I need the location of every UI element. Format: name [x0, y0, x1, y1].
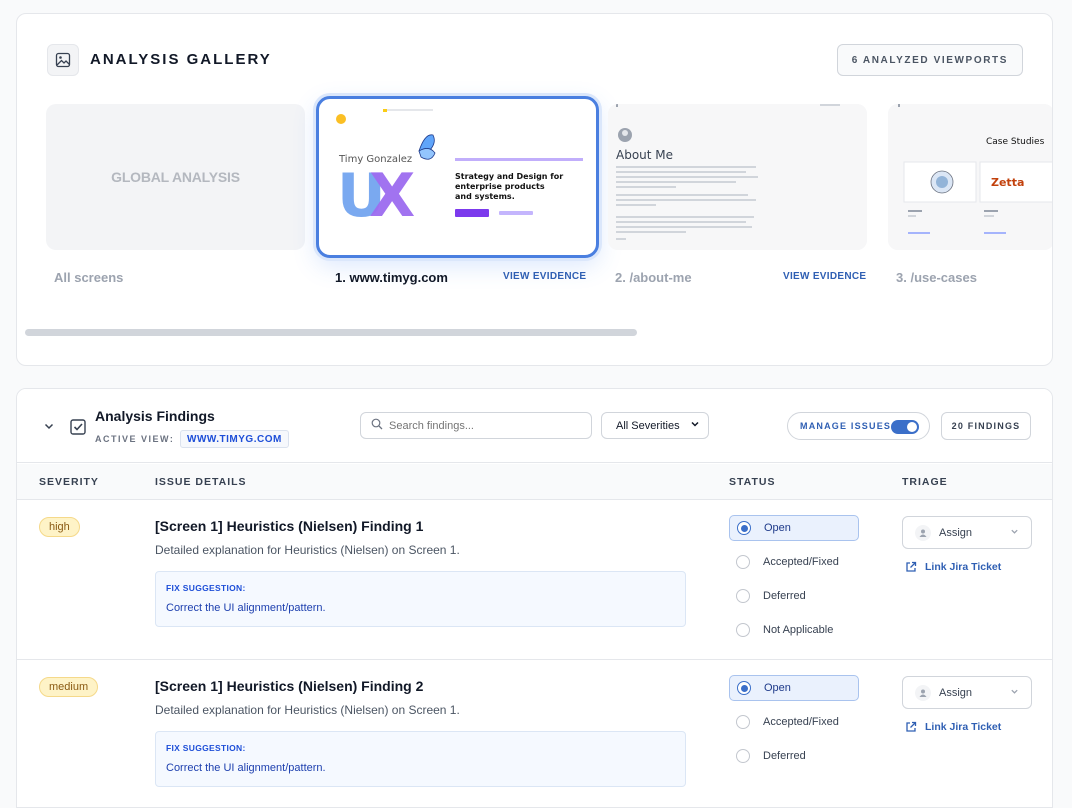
svg-text:Zetta: Zetta: [991, 176, 1024, 189]
radio-selected-icon[interactable]: [737, 521, 751, 535]
link-jira-ticket-label: Link Jira Ticket: [925, 721, 1002, 733]
image-icon: [47, 44, 79, 76]
findings-count-badge: 20 FINDINGS: [941, 412, 1031, 440]
screen-2-view-evidence-link[interactable]: VIEW EVIDENCE: [783, 271, 866, 282]
severity-filter-select[interactable]: All Severities: [601, 412, 709, 439]
link-jira-ticket-link[interactable]: Link Jira Ticket: [905, 561, 1001, 573]
thumb3-heading: Case Studies: [986, 137, 1045, 147]
findings-title: Analysis Findings: [95, 408, 215, 424]
svg-text:X: X: [369, 161, 415, 231]
fix-suggestion-label: FIX SUGGESTION:: [166, 583, 246, 593]
status-option-label: Accepted/Fixed: [763, 716, 839, 728]
chevron-down-icon: [1010, 527, 1019, 538]
status-option-accepted[interactable]: Accepted/Fixed: [729, 549, 859, 575]
status-radio-group: Open Accepted/Fixed Deferred: [729, 675, 859, 777]
global-caption: All screens: [54, 270, 124, 285]
fix-suggestion-box: FIX SUGGESTION: Correct the UI alignment…: [155, 571, 686, 627]
finding-title: [Screen 1] Heuristics (Nielsen) Finding …: [155, 678, 424, 694]
table-row: medium [Screen 1] Heuristics (Nielsen) F…: [17, 660, 1052, 807]
active-view-value: WWW.TIMYG.COM: [180, 430, 289, 448]
fix-suggestion-text: Correct the UI alignment/pattern.: [166, 762, 326, 774]
table-header: SEVERITY ISSUE DETAILS STATUS TRIAGE: [17, 464, 1052, 500]
screen-2-thumbnail[interactable]: About Me: [608, 104, 867, 250]
screen-3-caption: 3. /use-cases: [896, 270, 977, 285]
severity-filter-value: All Severities: [616, 419, 680, 432]
assign-dropdown[interactable]: Assign: [902, 676, 1032, 709]
finding-title: [Screen 1] Heuristics (Nielsen) Finding …: [155, 518, 424, 534]
link-jira-ticket-link[interactable]: Link Jira Ticket: [905, 721, 1001, 733]
viewport-count-badge: 6 ANALYZED VIEWPORTS: [836, 44, 1023, 76]
gallery-scrollbar[interactable]: [25, 329, 1045, 337]
screen-1-preview-art: Timy Gonzalez U X Strategy and Design fo…: [336, 109, 583, 231]
column-header-severity: SEVERITY: [39, 476, 99, 488]
findings-header: Analysis Findings ACTIVE VIEW: WWW.TIMYG…: [17, 389, 1052, 463]
checklist-icon: [69, 418, 87, 441]
status-option-deferred[interactable]: Deferred: [729, 743, 859, 769]
analysis-findings-panel: Analysis Findings ACTIVE VIEW: WWW.TIMYG…: [16, 388, 1053, 808]
status-option-not-applicable[interactable]: Not Applicable: [729, 617, 859, 643]
chevron-down-icon: [690, 419, 700, 432]
screen-1-caption: 1. www.timyg.com: [335, 270, 448, 285]
screen-1-view-evidence-link[interactable]: VIEW EVIDENCE: [503, 271, 586, 282]
status-option-open[interactable]: Open: [729, 675, 859, 701]
assign-dropdown[interactable]: Assign: [902, 516, 1032, 549]
gallery-title: ANALYSIS GALLERY: [90, 51, 272, 68]
screen-1-thumbnail[interactable]: Timy Gonzalez U X Strategy and Design fo…: [316, 96, 599, 258]
global-analysis-tile[interactable]: GLOBAL ANALYSIS: [46, 104, 305, 250]
search-input[interactable]: [389, 419, 579, 432]
active-view-label: ACTIVE VIEW:: [95, 434, 175, 444]
svg-text:Strategy and Design for: Strategy and Design for: [455, 172, 563, 181]
user-icon: [915, 684, 931, 701]
column-header-status: STATUS: [729, 476, 776, 488]
assign-label: Assign: [939, 686, 973, 699]
collapse-chevron-icon[interactable]: [43, 420, 55, 435]
analysis-gallery: ANALYSIS GALLERY 6 ANALYZED VIEWPORTS GL…: [16, 13, 1053, 366]
status-option-label: Not Applicable: [763, 624, 834, 636]
external-link-icon: [906, 561, 917, 572]
screen-2-preview-art: About Me: [608, 104, 867, 250]
toggle-switch[interactable]: [891, 420, 919, 434]
radio-icon[interactable]: [736, 555, 750, 569]
search-icon: [371, 417, 383, 435]
radio-icon[interactable]: [736, 623, 750, 637]
fix-suggestion-text: Correct the UI alignment/pattern.: [166, 602, 326, 614]
assign-label: Assign: [939, 526, 973, 539]
manage-issues-toggle[interactable]: MANAGE ISSUES: [787, 412, 930, 440]
status-option-deferred[interactable]: Deferred: [729, 583, 859, 609]
external-link-icon: [906, 721, 917, 732]
severity-badge: high: [39, 517, 80, 537]
screen-3-preview-art: Case Studies Zetta: [888, 104, 1052, 250]
column-header-issue-details: ISSUE DETAILS: [155, 476, 247, 488]
search-box[interactable]: [360, 412, 592, 439]
column-header-triage: TRIAGE: [902, 476, 948, 488]
finding-description: Detailed explanation for Heuristics (Nie…: [155, 703, 460, 717]
svg-text:enterprise products: enterprise products: [455, 182, 545, 191]
status-option-label: Open: [764, 682, 791, 694]
status-option-label: Open: [764, 522, 791, 534]
radio-icon[interactable]: [736, 715, 750, 729]
status-option-label: Accepted/Fixed: [763, 556, 839, 568]
status-radio-group: Open Accepted/Fixed Deferred Not Applica…: [729, 515, 859, 651]
manage-issues-label: MANAGE ISSUES: [800, 421, 892, 431]
radio-selected-icon[interactable]: [737, 681, 751, 695]
screen-2-caption: 2. /about-me: [615, 270, 692, 285]
finding-description: Detailed explanation for Heuristics (Nie…: [155, 543, 460, 557]
status-option-accepted[interactable]: Accepted/Fixed: [729, 709, 859, 735]
gallery-scrollbar-thumb[interactable]: [25, 329, 637, 336]
svg-text:and systems.: and systems.: [455, 192, 515, 201]
radio-icon[interactable]: [736, 749, 750, 763]
table-row: high [Screen 1] Heuristics (Nielsen) Fin…: [17, 500, 1052, 660]
user-icon: [915, 524, 931, 541]
radio-icon[interactable]: [736, 589, 750, 603]
screen-3-thumbnail[interactable]: Case Studies Zetta: [888, 104, 1052, 250]
link-jira-ticket-label: Link Jira Ticket: [925, 561, 1002, 573]
thumb2-heading: About Me: [616, 148, 673, 162]
severity-badge: medium: [39, 677, 99, 697]
status-option-label: Deferred: [763, 750, 806, 762]
fix-suggestion-label: FIX SUGGESTION:: [166, 743, 246, 753]
status-option-open[interactable]: Open: [729, 515, 859, 541]
chevron-down-icon: [1010, 687, 1019, 698]
status-option-label: Deferred: [763, 590, 806, 602]
